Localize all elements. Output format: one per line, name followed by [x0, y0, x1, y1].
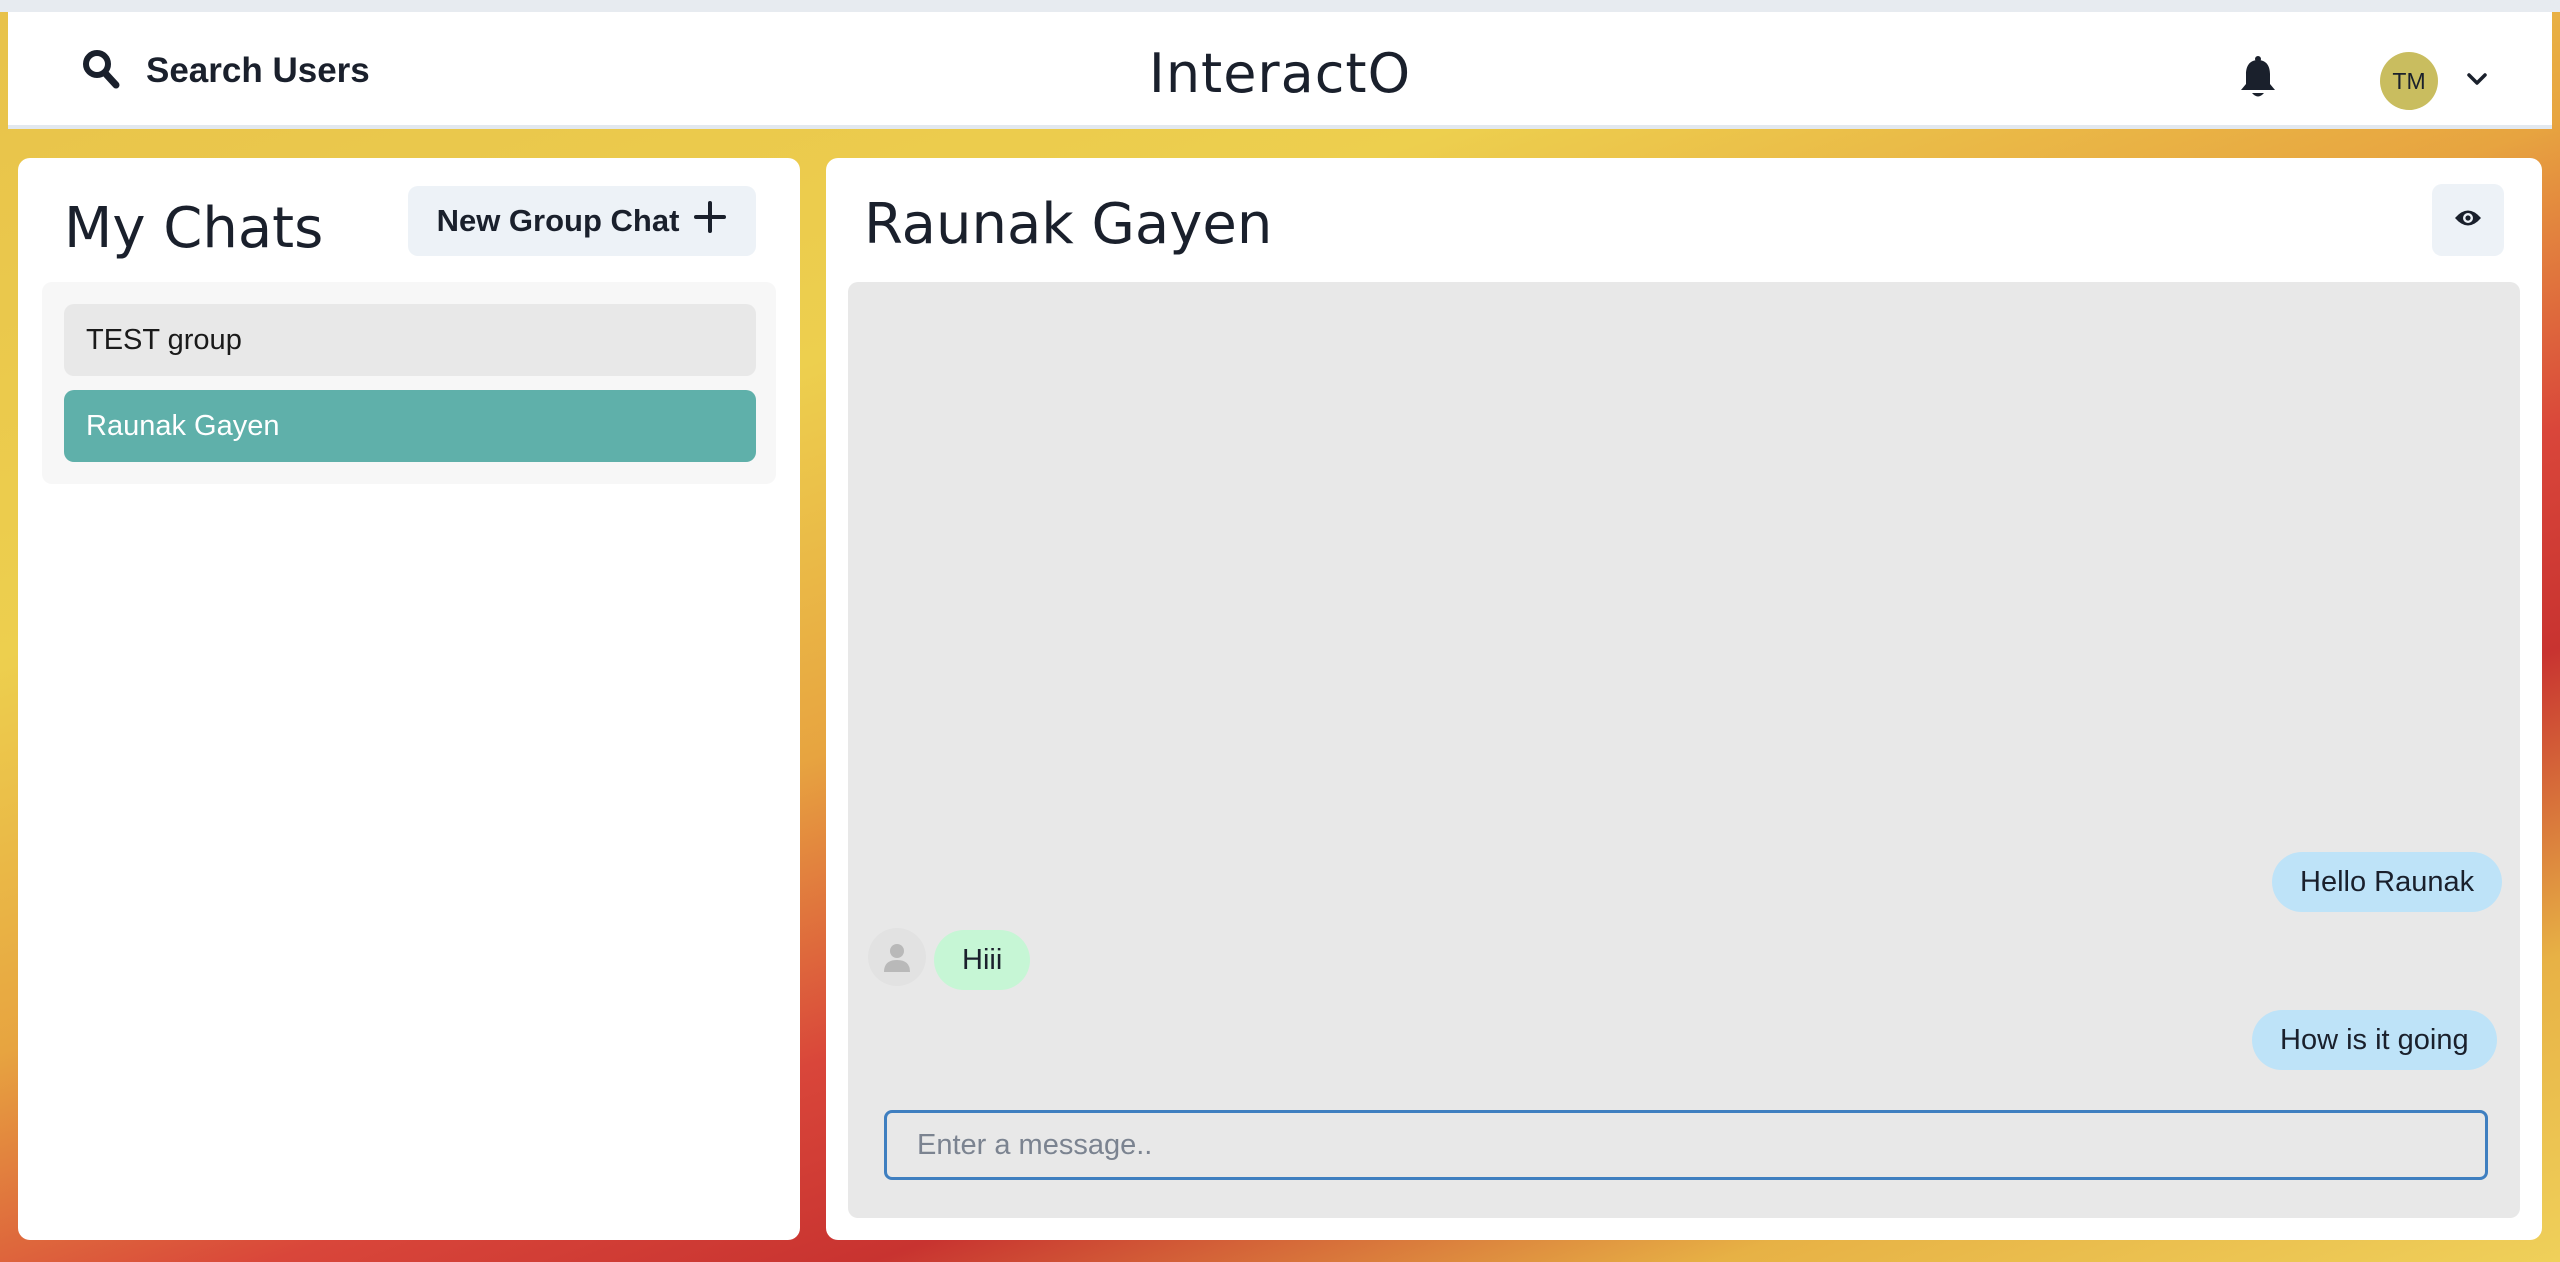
app-title: InteractO	[1148, 42, 1412, 105]
message-bubble: Hello Raunak	[2272, 852, 2503, 912]
chat-item-test-group[interactable]: TEST group	[64, 304, 756, 376]
new-group-chat-label: New Group Chat	[436, 203, 680, 238]
chat-list: TEST group Raunak Gayen	[42, 282, 776, 484]
message-area[interactable]: Hello Raunak Hiii How is it going	[848, 282, 2520, 1218]
message-input[interactable]	[884, 1110, 2488, 1180]
top-bar: Search Users InteractO TM	[8, 12, 2552, 129]
chat-item-raunak-gayen[interactable]: Raunak Gayen	[64, 390, 756, 462]
my-chats-panel: My Chats New Group Chat TEST group Rauna…	[18, 158, 800, 1240]
new-group-chat-button[interactable]: New Group Chat	[408, 186, 756, 256]
profile-menu-button[interactable]: TM	[2380, 52, 2488, 110]
message-text: How is it going	[2280, 1023, 2469, 1056]
message-bubble: How is it going	[2252, 1010, 2497, 1070]
plus-icon	[693, 200, 727, 242]
user-icon[interactable]	[868, 928, 926, 986]
window-frame	[0, 0, 2560, 12]
chat-title: Raunak Gayen	[864, 192, 1273, 257]
chat-panel: Raunak Gayen Hello Raunak Hiii How is it…	[826, 158, 2542, 1240]
message-text: Hiii	[962, 943, 1003, 976]
chat-item-label: Raunak Gayen	[86, 409, 280, 442]
bell-icon[interactable]	[2238, 56, 2278, 100]
my-chats-title: My Chats	[64, 196, 324, 261]
message-bubble: Hiii	[934, 930, 1031, 990]
message-text: Hello Raunak	[2300, 865, 2475, 898]
chat-item-label: TEST group	[86, 323, 242, 356]
eye-icon	[2453, 207, 2483, 234]
avatar: TM	[2380, 52, 2438, 110]
chevron-down-icon	[2466, 72, 2488, 91]
view-profile-button[interactable]	[2432, 184, 2504, 256]
